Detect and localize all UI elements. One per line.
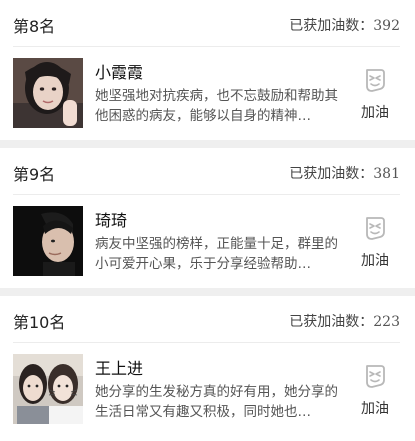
cheer-count-value: 223 [373,314,400,330]
cheer-face-icon [366,365,385,388]
cheer-count: 已获加油数：381 [289,163,400,183]
user-description: 病友中坚强的榜样，正能量十足，群里的小可爱开心果，乐于分享经验帮助… [95,236,338,272]
leaderboard-card: 第8名 已获加油数：392 小霞霞 她坚强地对抗疾病，也不忘鼓励和帮助其他困惑的… [0,0,415,140]
user-name[interactable]: 琦琦 [95,207,127,231]
cheer-button[interactable]: 加油 [352,62,398,124]
cheer-count-prefix: 已获加油数： [289,18,374,34]
user-name[interactable]: 王上进 [95,355,143,379]
leaderboard-card: 第9名 已获加油数：381 琦琦 病友中坚强的榜样，正能量十足，群里的小可爱开心… [0,148,415,288]
cheer-count-value: 392 [373,18,400,34]
cheer-count-prefix: 已获加油数： [289,314,374,330]
user-description: 她分享的生发秘方真的好有用，她分享的生活日常又有趣又积极，同时她也… [95,384,338,420]
avatar[interactable] [13,206,83,276]
avatar-photo [13,354,83,424]
avatar[interactable] [13,354,83,424]
cheer-face-icon [366,217,385,240]
cheer-button[interactable]: 加油 [352,210,398,272]
rank-label: 第10名 [13,313,66,332]
rank-label: 第9名 [13,165,56,184]
leaderboard-card: 第10名 已获加油数：223 王上进 她分享的生发秘方真的好有用，她分享的生活日 [0,296,415,441]
cheer-count-value: 381 [373,166,400,182]
cheer-count-prefix: 已获加油数： [289,166,374,182]
user-description: 她坚强地对抗疾病，也不忘鼓励和帮助其他困惑的病友，能够以自身的精神… [95,88,338,124]
cheer-count: 已获加油数：223 [289,311,400,331]
avatar[interactable] [13,58,83,128]
card-header: 第10名 已获加油数：223 [13,296,400,343]
rank-label: 第8名 [13,17,56,36]
cheer-button-label: 加油 [361,401,389,417]
cheer-button[interactable]: 加油 [352,358,398,420]
avatar-photo [13,206,83,276]
card-header: 第8名 已获加油数：392 [13,0,400,47]
cheer-button-label: 加油 [361,105,389,121]
cheer-face-icon [366,69,385,92]
cheer-count: 已获加油数：392 [289,15,400,35]
user-name[interactable]: 小霞霞 [95,59,143,83]
leaderboard-list: 第8名 已获加油数：392 小霞霞 她坚强地对抗疾病，也不忘鼓励和帮助其他困惑的… [0,0,415,441]
avatar-photo [13,58,83,128]
card-header: 第9名 已获加油数：381 [13,148,400,195]
cheer-button-label: 加油 [361,253,389,269]
